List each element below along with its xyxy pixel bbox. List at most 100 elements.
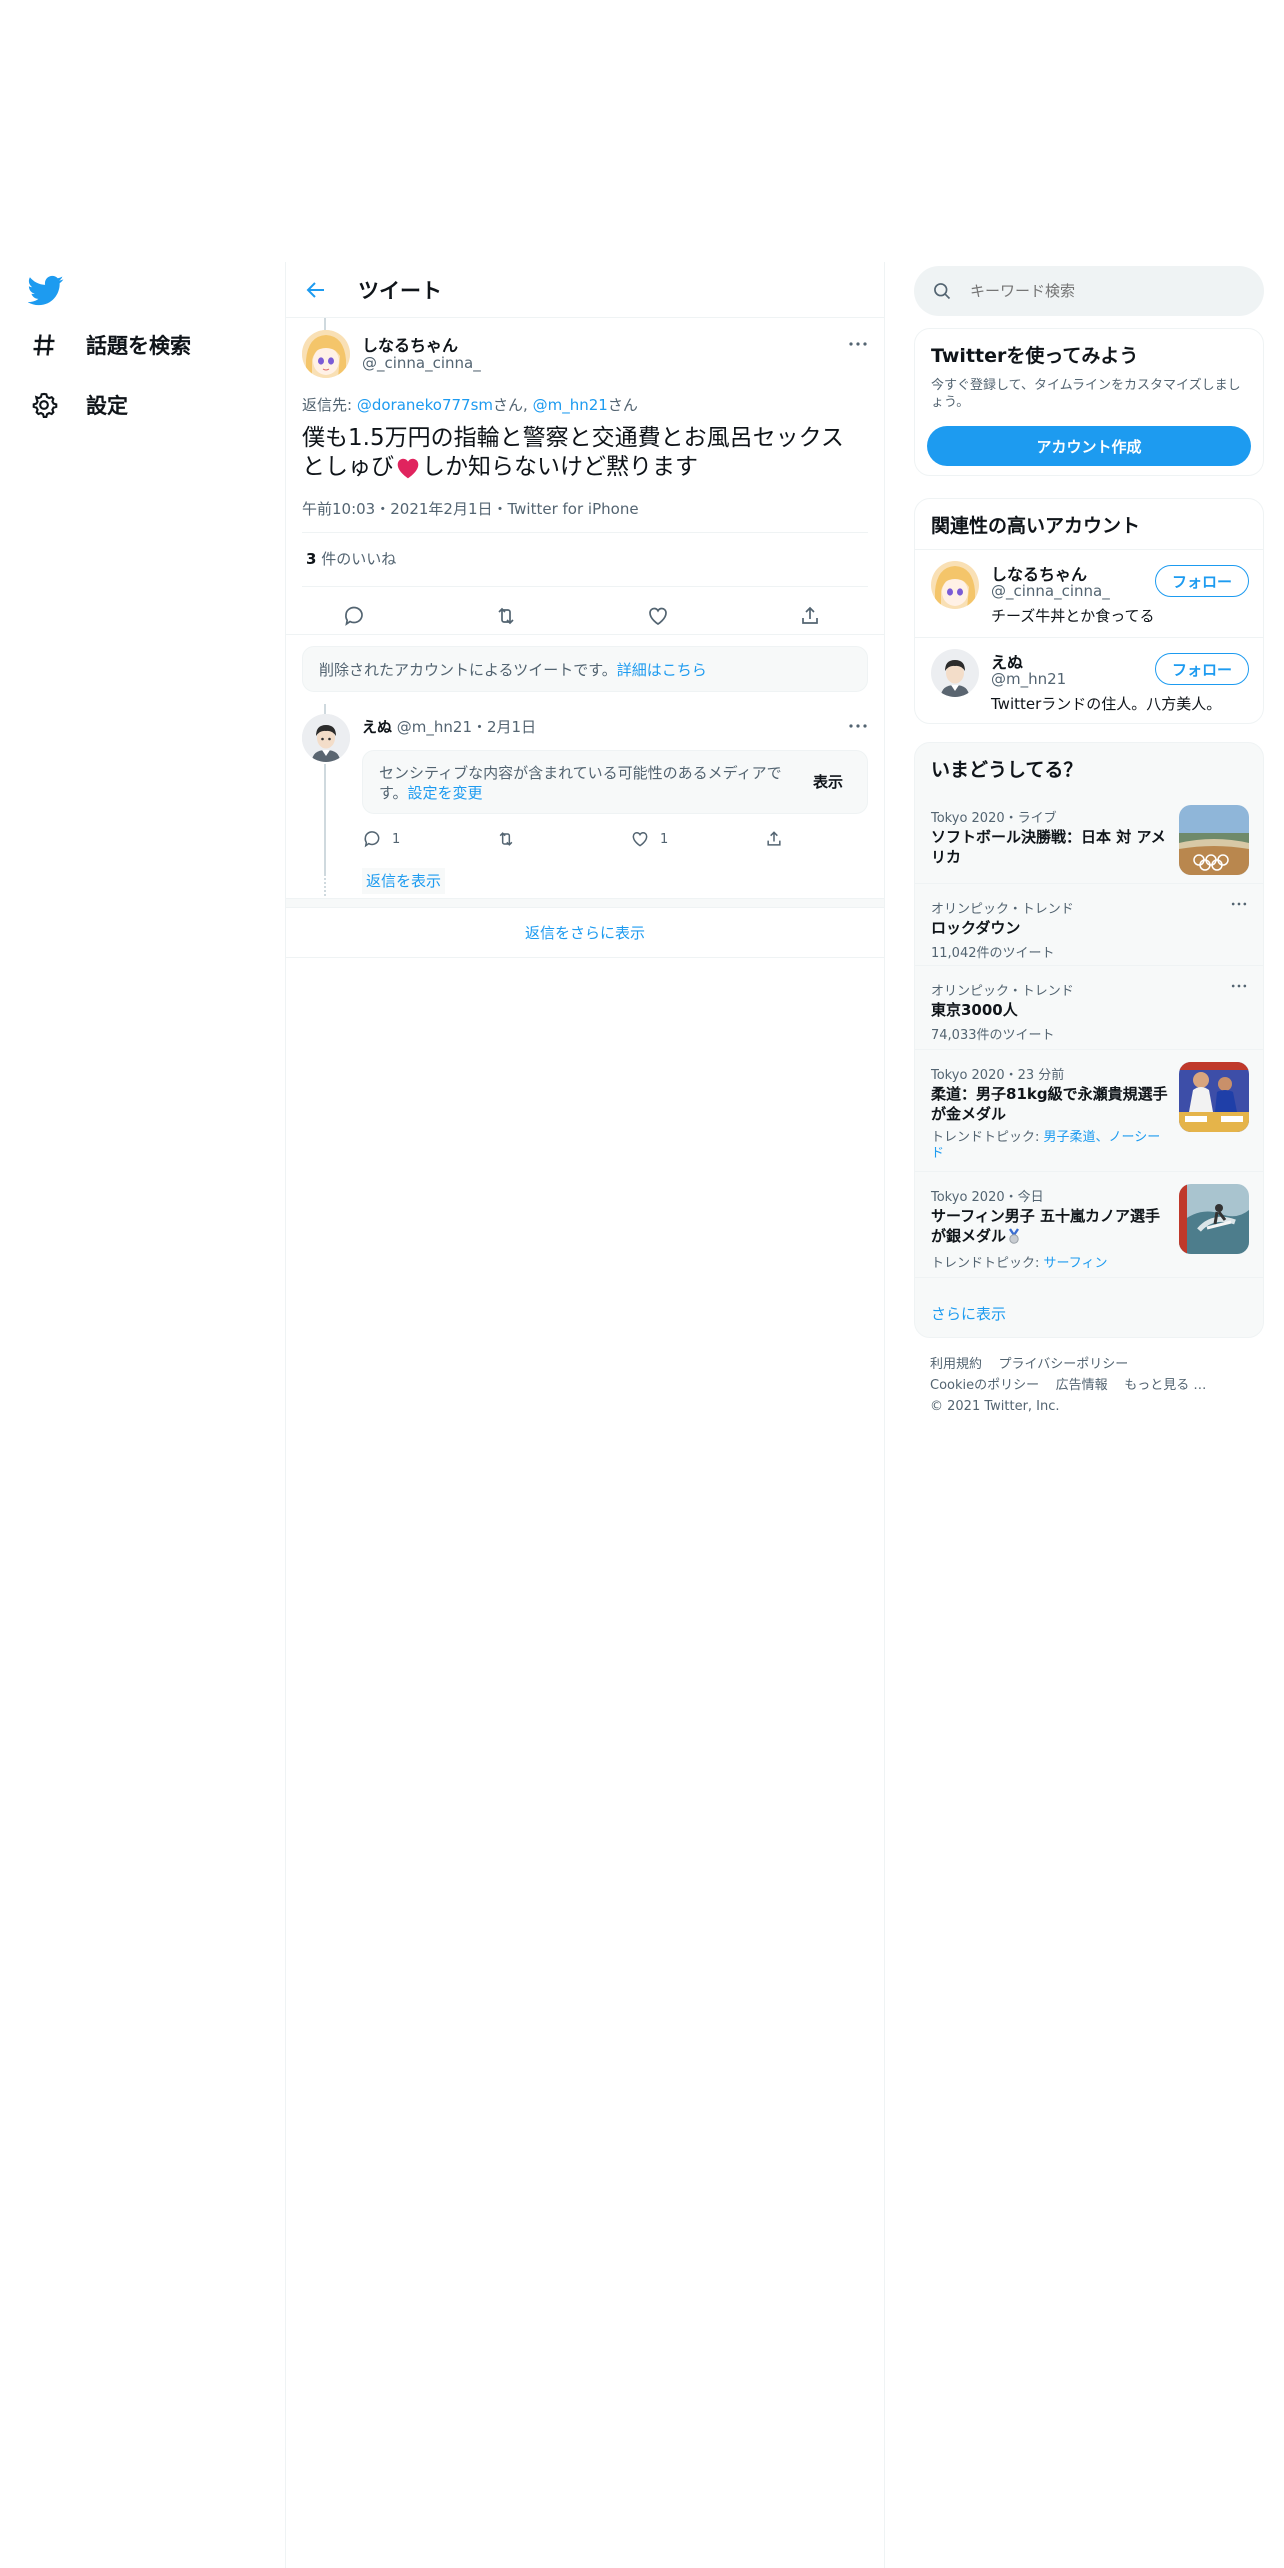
reply-to-link-1[interactable]: @doraneko777sm xyxy=(357,396,493,414)
author-handle[interactable]: @_cinna_cinna_ xyxy=(362,354,481,372)
trend-title-line-2: が金メダル xyxy=(931,1105,1007,1123)
trend-thumbnail-stadium xyxy=(1179,805,1249,875)
reply-author-handle[interactable]: @m_hn21 xyxy=(397,718,472,736)
divider xyxy=(302,532,868,533)
trend-topic-link[interactable]: 男子柔道、ノーシー xyxy=(1044,1130,1161,1145)
more-options-icon[interactable] xyxy=(1229,894,1249,914)
show-more-trends-link[interactable]: さらに表示 xyxy=(931,1303,1006,1324)
reply-suffix-2: さん xyxy=(607,396,638,414)
sensitive-media-warning: センシティブな内容が含まれている可能性のあるメディアで す。設定を変更 表示 xyxy=(362,750,868,814)
reply-author-line: えぬ @m_hn21・2月1日 xyxy=(362,716,536,737)
trends-title: いまどうしてる？ xyxy=(931,759,1083,781)
account-bio: Twitterランドの住人。八方美人。 xyxy=(991,695,1222,713)
thread-line xyxy=(324,318,326,330)
trend-item[interactable]: オリンピック・トレンド 東京3000人 74,033件のツイート xyxy=(915,965,1263,1049)
more-options-icon[interactable] xyxy=(846,714,870,738)
reply-to-link-2[interactable]: @m_hn21 xyxy=(533,396,608,414)
twitter-logo-icon[interactable] xyxy=(28,272,64,308)
tweet-text-line-2a: としゅび xyxy=(302,454,394,480)
heart-emoji-icon xyxy=(394,455,422,481)
signup-desc-line-1: 今すぐ登録して、タイムラインをカスタマイズしまし xyxy=(931,378,1241,393)
nav-settings[interactable]: 設定 xyxy=(30,390,128,420)
more-link[interactable]: もっと見る … xyxy=(1124,1378,1206,1393)
relevant-title: 関連性の高いアカウント xyxy=(931,515,1141,537)
share-icon[interactable] xyxy=(764,829,784,849)
more-options-icon[interactable] xyxy=(846,332,870,356)
trend-title: ロックダウン xyxy=(931,919,1021,937)
more-options-icon[interactable] xyxy=(1229,976,1249,996)
avatar[interactable] xyxy=(302,714,350,762)
avatar[interactable] xyxy=(302,330,350,378)
avatar[interactable] xyxy=(931,561,979,609)
follow-button[interactable]: フォロー xyxy=(1155,653,1249,685)
tweet-timestamp[interactable]: 午前10:03・2021年2月1日・Twitter for iPhone xyxy=(302,498,639,519)
show-more-replies-button[interactable]: 返信をさらに表示 xyxy=(286,908,884,958)
divider xyxy=(302,586,868,587)
create-account-button[interactable]: アカウント作成 xyxy=(927,426,1251,466)
reply-count: 1 xyxy=(392,831,401,847)
page-title: ツイート xyxy=(358,278,442,303)
search-icon xyxy=(932,281,952,301)
account-handle[interactable]: @_cinna_cinna_ xyxy=(991,582,1110,600)
tweet-text-line-2b: しか知らないけど黙ります xyxy=(422,454,698,480)
trend-title-line-1: 柔道：男子81kg級で永瀬貴規選手 xyxy=(931,1085,1168,1103)
search-input[interactable] xyxy=(970,282,1220,300)
trend-title: 柔道：男子81kg級で永瀬貴規選手 が金メダル xyxy=(931,1084,1171,1124)
divider xyxy=(286,634,884,635)
show-replies-link[interactable]: 返信を表示 xyxy=(362,868,446,894)
sensitive-text-line-1: センシティブな内容が含まれている可能性のあるメディアで xyxy=(379,764,782,782)
reply-actions: 1 1 xyxy=(362,826,868,852)
likes-summary[interactable]: 3 件のいいね xyxy=(306,548,396,569)
reply-author-name[interactable]: えぬ xyxy=(362,718,392,736)
trend-item[interactable]: Tokyo 2020・ライブ ソフトボール決勝戦：日本 対 アメ リカ xyxy=(915,793,1263,883)
trend-item[interactable]: オリンピック・トレンド ロックダウン 11,042件のツイート xyxy=(915,883,1263,965)
reply-icon[interactable] xyxy=(342,604,366,628)
sensitive-text-line-2: す。 xyxy=(379,784,408,802)
tweet-text-line-1: 僕も1.5万円の指輪と警察と交通費とお風呂セックス xyxy=(302,425,844,451)
trend-topic-label: トレンドトピック: xyxy=(931,1130,1040,1145)
thread-line xyxy=(324,764,326,876)
divider xyxy=(915,549,1263,550)
account-handle[interactable]: @m_hn21 xyxy=(991,670,1066,688)
deleted-tweet-notice: 削除されたアカウントによるツイートです。 詳細はこちら xyxy=(302,646,868,692)
terms-link[interactable]: 利用規約 xyxy=(930,1357,982,1372)
author-name[interactable]: しなるちゃん xyxy=(362,332,458,356)
privacy-link[interactable]: プライバシーポリシー xyxy=(999,1357,1129,1372)
nav-explore[interactable]: 話題を検索 xyxy=(30,330,191,360)
trend-count: 74,033件のツイート xyxy=(931,1028,1055,1043)
trend-topic-link-cont[interactable]: ド xyxy=(931,1146,1171,1162)
like-icon[interactable] xyxy=(646,604,670,628)
search-box[interactable] xyxy=(914,266,1264,316)
follow-button[interactable]: フォロー xyxy=(1155,565,1249,597)
reply-button[interactable]: 1 xyxy=(362,829,496,849)
reply-date[interactable]: ・2月1日 xyxy=(472,718,536,736)
reply-prefix: 返信先: xyxy=(302,396,353,414)
trend-topic-link[interactable]: サーフィン xyxy=(1044,1256,1108,1271)
share-icon[interactable] xyxy=(798,604,822,628)
trend-meta: Tokyo 2020・23 分前 xyxy=(931,1068,1065,1083)
like-icon xyxy=(632,831,648,847)
retweet-icon[interactable] xyxy=(496,829,630,849)
change-settings-link[interactable]: 設定を変更 xyxy=(408,784,483,802)
trend-thumbnail-judo xyxy=(1179,1062,1249,1132)
divider xyxy=(915,637,1263,638)
trend-meta: Tokyo 2020・今日 xyxy=(931,1190,1044,1205)
trend-item[interactable]: Tokyo 2020・今日 サーフィン男子 五十嵐カノア選手 が銀メダル トレン… xyxy=(915,1171,1263,1277)
relevant-accounts-card: 関連性の高いアカウント しなるちゃん @_cinna_cinna_ チーズ牛丼と… xyxy=(914,498,1264,724)
show-media-button[interactable]: 表示 xyxy=(813,771,843,792)
ads-info-link[interactable]: 広告情報 xyxy=(1056,1378,1108,1393)
learn-more-link[interactable]: 詳細はこちら xyxy=(617,659,707,680)
trend-title-line-1: ソフトボール決勝戦：日本 対 アメ xyxy=(931,828,1166,846)
like-button[interactable]: 1 xyxy=(630,829,764,849)
thread-line xyxy=(324,704,326,714)
retweet-icon[interactable] xyxy=(494,604,518,628)
trend-title-line-1: サーフィン男子 五十嵐カノア選手 xyxy=(931,1207,1161,1225)
cookie-link[interactable]: Cookieのポリシー xyxy=(930,1378,1039,1393)
trend-title-line-2: リカ xyxy=(931,848,962,866)
avatar[interactable] xyxy=(931,649,979,697)
trend-item[interactable]: Tokyo 2020・23 分前 柔道：男子81kg級で永瀬貴規選手 が金メダル… xyxy=(915,1049,1263,1171)
trend-topic: トレンドトピック: サーフィン xyxy=(931,1252,1108,1271)
back-arrow-icon[interactable] xyxy=(304,278,328,302)
sensitive-text: センシティブな内容が含まれている可能性のあるメディアで す。設定を変更 xyxy=(379,763,782,803)
trend-topic-label: トレンドトピック: xyxy=(931,1256,1040,1271)
